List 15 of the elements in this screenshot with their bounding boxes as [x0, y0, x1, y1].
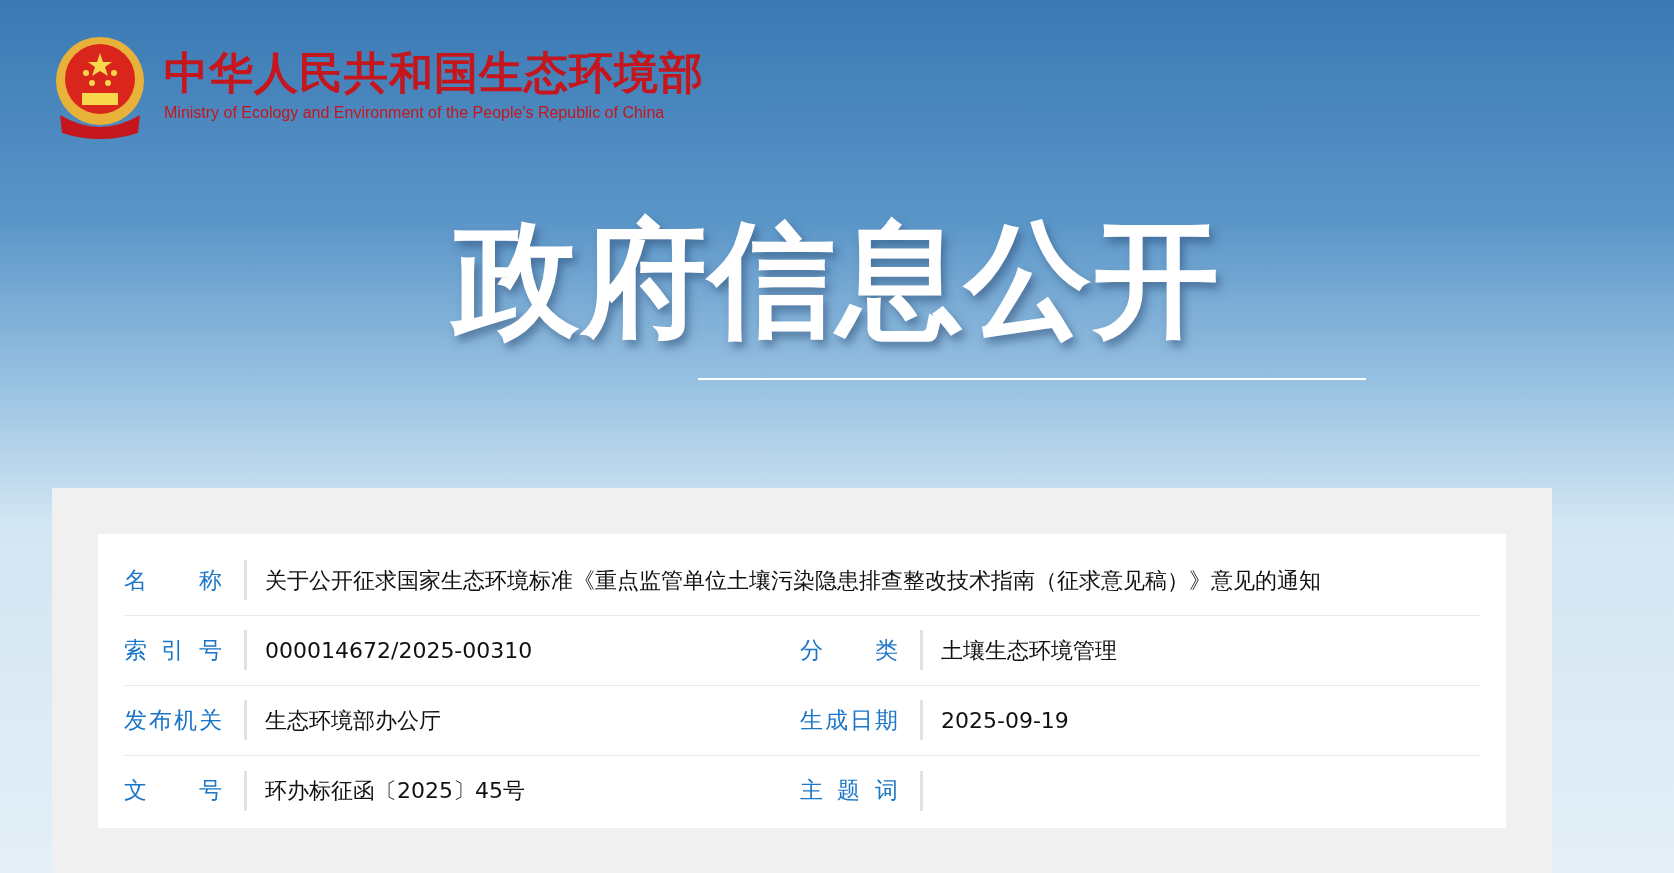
field-label: 主 题 词: [800, 776, 898, 806]
field-value: 关于公开征求国家生态环境标准《重点监管单位土壤污染隐患排查整改技术指南（征求意见稿）》意见的通知: [265, 566, 1321, 595]
field-label: 生成日期: [800, 705, 898, 735]
field-label: 分 类: [800, 635, 898, 665]
field-value: 000014672/2025-00310: [265, 636, 533, 665]
site-title: 中华人民共和国生态环境部: [164, 48, 704, 98]
field-label: 索 引 号: [124, 635, 222, 665]
field-value: 2025-09-19: [941, 706, 1069, 735]
field-label: 文 号: [124, 776, 222, 806]
field-label: 发布机关: [124, 705, 222, 735]
site-subtitle: Ministry of Ecology and Environment of the People's Republic of China: [164, 103, 666, 124]
field-value: 生态环境部办公厅: [265, 706, 441, 735]
field-value: 土壤生态环境管理: [941, 636, 1117, 665]
field-label: 名 称: [124, 565, 222, 595]
field-value: 环办标征函〔2025〕45号: [265, 777, 525, 806]
